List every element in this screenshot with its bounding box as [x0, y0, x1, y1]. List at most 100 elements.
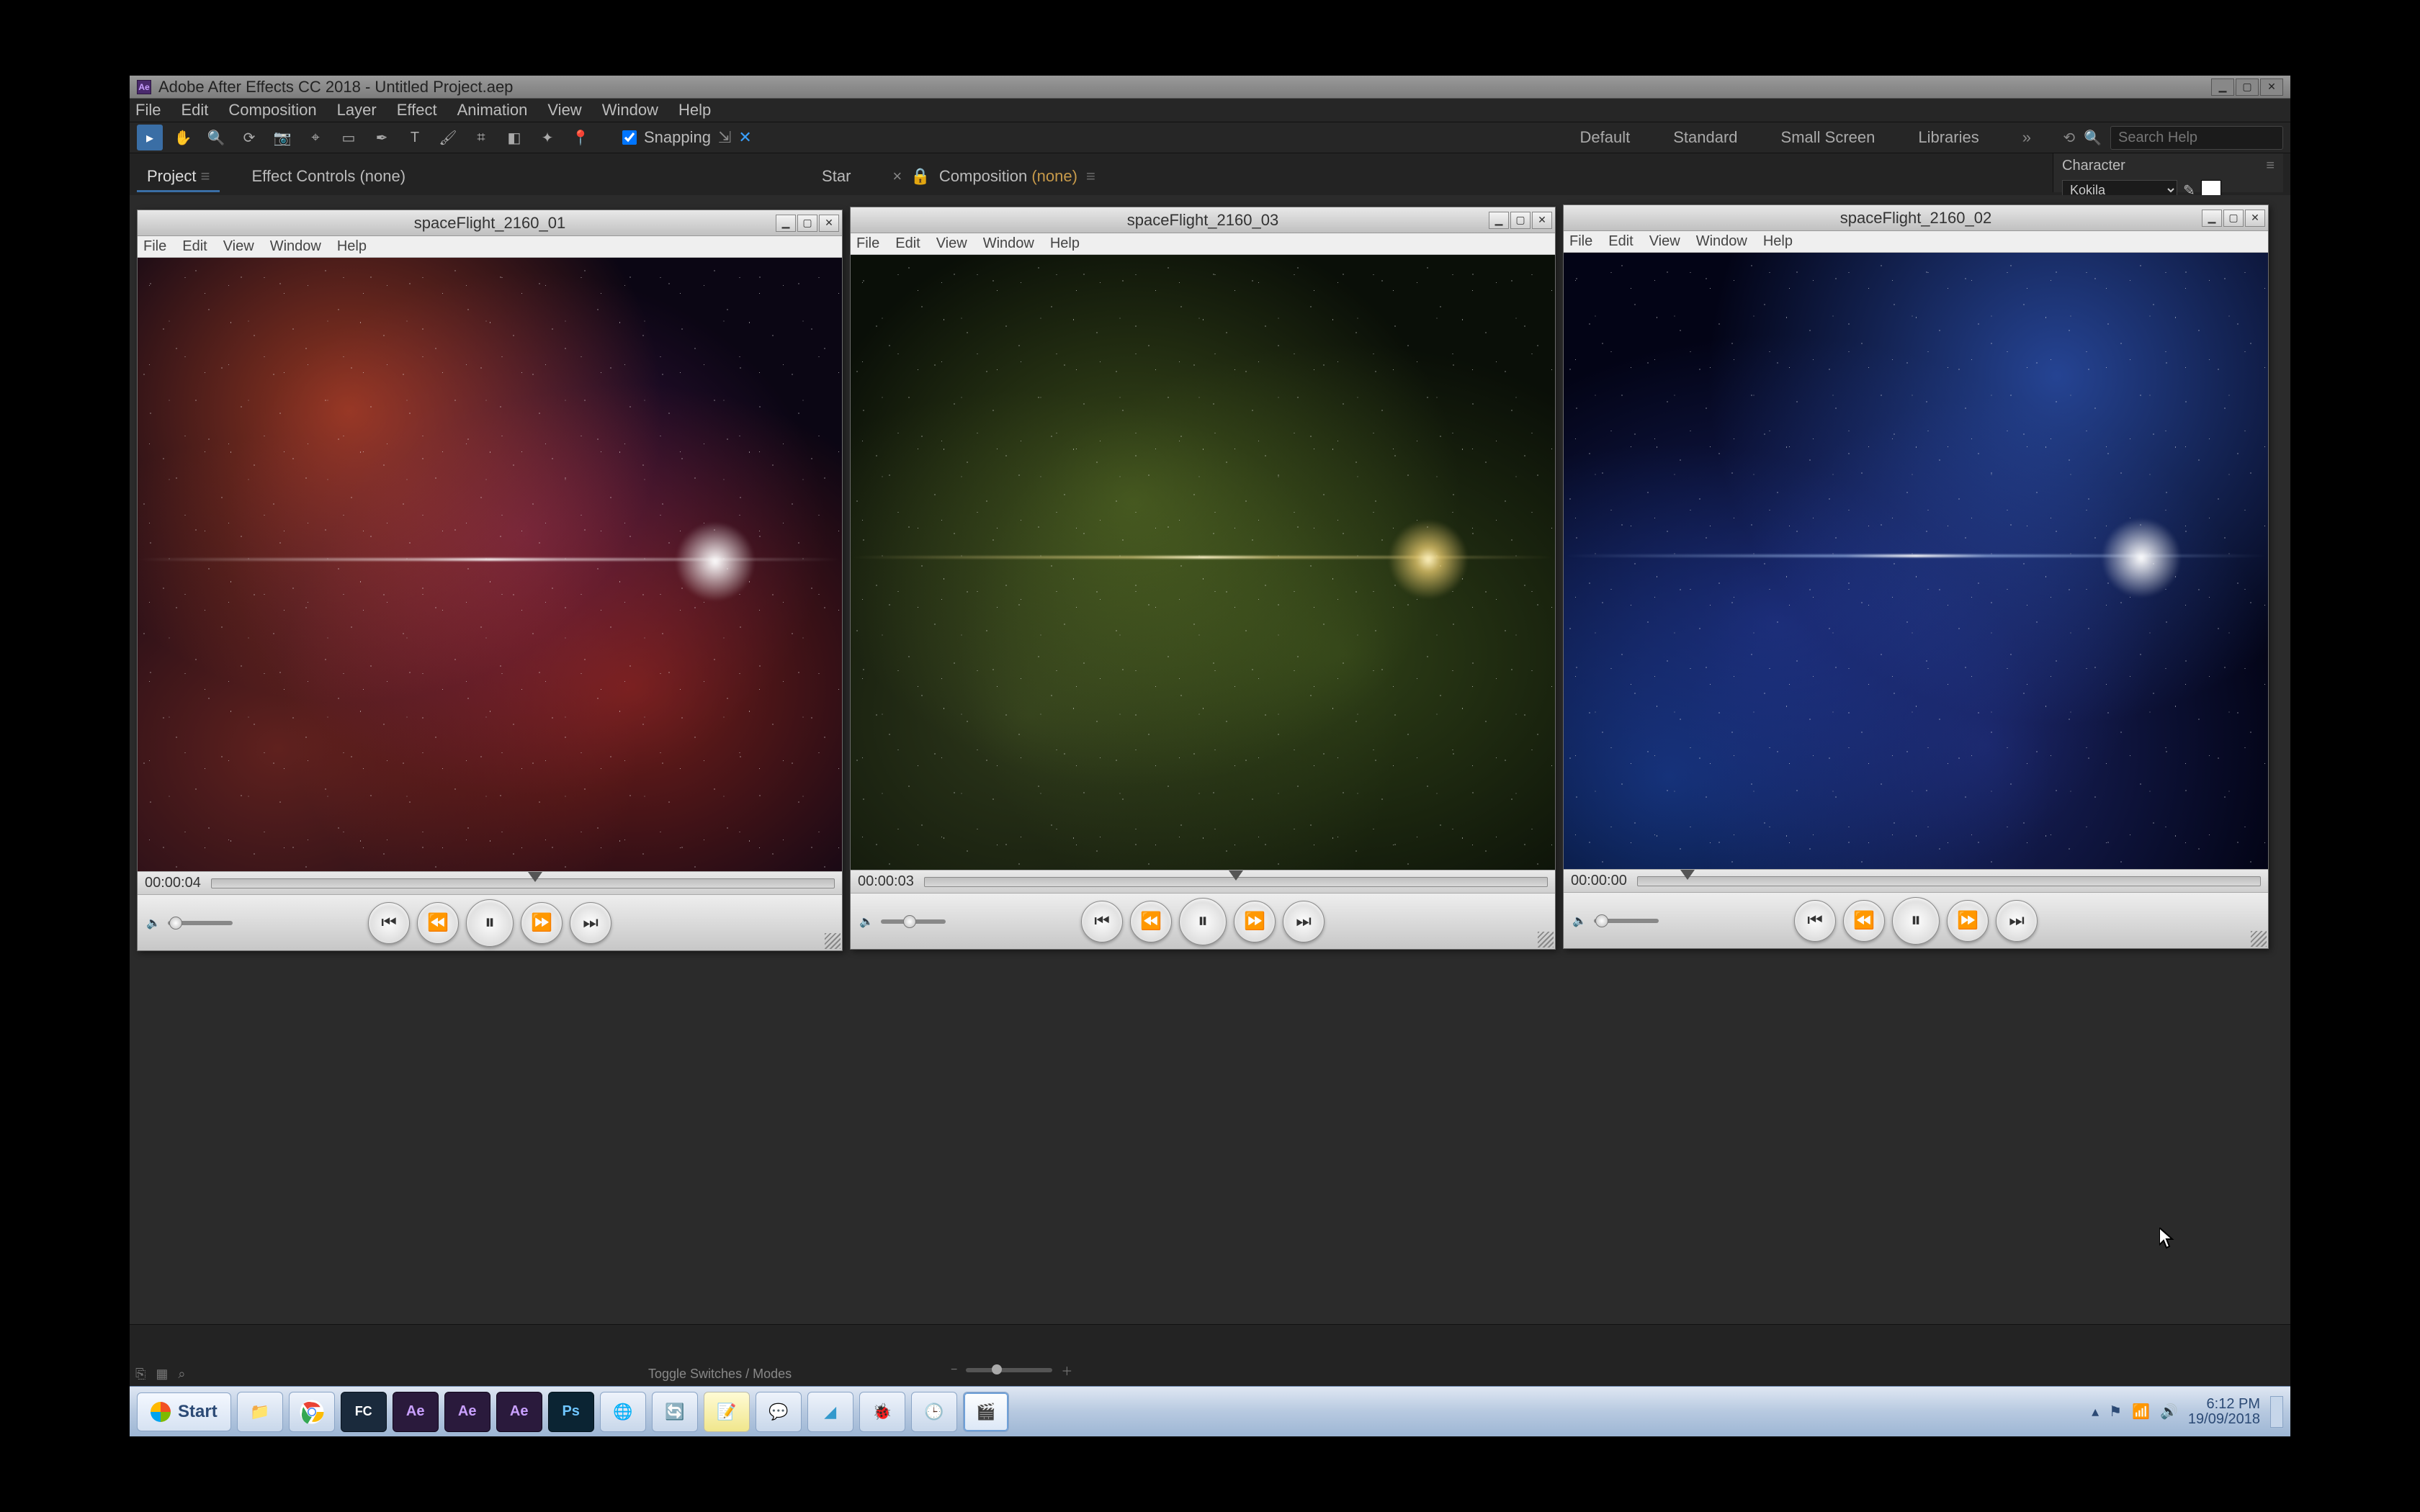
quicktime-window-3[interactable]: spaceFlight_2160_02 ▁ ▢ ✕ File Edit View…	[1563, 204, 2269, 949]
qt1-menu-window[interactable]: Window	[270, 238, 321, 255]
timeline-icon-3[interactable]: ⌕	[178, 1367, 185, 1382]
qt1-resize-grip[interactable]	[825, 933, 841, 949]
qt3-titlebar[interactable]: spaceFlight_2160_02 ▁ ▢ ✕	[1564, 205, 2268, 231]
qt3-volume-icon[interactable]: 🔈	[1572, 914, 1587, 928]
qt2-minimize-button[interactable]: ▁	[1489, 212, 1509, 229]
close-tab-icon[interactable]: ×	[892, 167, 902, 185]
taskbar-app-bug[interactable]: 🐞	[859, 1392, 905, 1432]
qt3-scrub-track[interactable]	[1637, 876, 2261, 886]
taskbar-app-teamviewer[interactable]: 🔄	[652, 1392, 698, 1432]
snap-icon-1[interactable]: ⇲	[718, 128, 731, 147]
qt3-skip-start-button[interactable]: ⏮	[1794, 900, 1836, 942]
qt1-volume-icon[interactable]: 🔈	[146, 916, 161, 930]
hand-tool[interactable]: ✋	[170, 125, 196, 150]
qt2-volume-thumb[interactable]	[903, 915, 916, 928]
taskbar-after-effects-1[interactable]: Ae	[393, 1392, 439, 1432]
snap-icon-2[interactable]: ✕	[738, 128, 751, 147]
menu-file[interactable]: File	[135, 101, 161, 120]
show-desktop-button[interactable]	[2270, 1396, 2283, 1428]
qt2-menu-edit[interactable]: Edit	[895, 235, 920, 252]
selection-tool[interactable]: ▸	[137, 125, 163, 150]
snapping-toggle[interactable]: Snapping ⇲ ✕	[622, 128, 752, 147]
search-help-input[interactable]	[2110, 126, 2283, 150]
toggle-switches-modes[interactable]: Toggle Switches / Modes	[648, 1367, 792, 1382]
qt1-menu-help[interactable]: Help	[337, 238, 367, 255]
qt3-menu-window[interactable]: Window	[1696, 233, 1747, 250]
qt3-scrub-marker[interactable]	[1680, 870, 1695, 880]
qt1-skip-start-button[interactable]: ⏮	[368, 902, 410, 944]
qt3-minimize-button[interactable]: ▁	[2202, 210, 2222, 227]
qt2-forward-button[interactable]: ⏩	[1234, 901, 1276, 942]
qt2-volume-track[interactable]	[881, 919, 946, 924]
qt1-scrub-track[interactable]	[211, 878, 835, 888]
qt2-skip-end-button[interactable]: ⏭	[1283, 901, 1325, 942]
qt1-menu-edit[interactable]: Edit	[182, 238, 207, 255]
zoom-tool[interactable]: 🔍	[203, 125, 229, 150]
qt2-scrub-marker[interactable]	[1229, 870, 1243, 881]
ae-titlebar[interactable]: Ae Adobe After Effects CC 2018 - Untitle…	[130, 76, 2290, 99]
qt2-menu-file[interactable]: File	[856, 235, 879, 252]
close-button[interactable]: ✕	[2260, 78, 2283, 96]
taskbar-chrome[interactable]	[289, 1392, 335, 1432]
qt1-rewind-button[interactable]: ⏪	[417, 902, 459, 944]
taskbar-discord[interactable]: 💬	[756, 1392, 802, 1432]
qt2-close-button[interactable]: ✕	[1532, 212, 1552, 229]
workspace-more-icon[interactable]: »	[2022, 128, 2031, 147]
qt2-menu-help[interactable]: Help	[1050, 235, 1080, 252]
taskbar-app-fc[interactable]: FC	[341, 1392, 387, 1432]
menu-composition[interactable]: Composition	[228, 101, 316, 120]
qt1-close-button[interactable]: ✕	[819, 215, 839, 232]
qt2-rewind-button[interactable]: ⏪	[1130, 901, 1172, 942]
qt1-menu-view[interactable]: View	[223, 238, 254, 255]
quicktime-window-1[interactable]: spaceFlight_2160_01 ▁ ▢ ✕ File Edit View…	[137, 210, 843, 951]
shape-tool[interactable]: ▭	[336, 125, 362, 150]
lock-icon[interactable]: 🔒	[910, 167, 930, 185]
qt2-skip-start-button[interactable]: ⏮	[1081, 901, 1123, 942]
qt3-menu-file[interactable]: File	[1569, 233, 1592, 250]
qt1-volume-track[interactable]	[168, 921, 233, 925]
taskbar-app-browser2[interactable]: 🌐	[600, 1392, 646, 1432]
qt3-menu-help[interactable]: Help	[1763, 233, 1793, 250]
rotate-tool[interactable]: ⟳	[236, 125, 262, 150]
qt3-skip-end-button[interactable]: ⏭	[1996, 900, 2038, 942]
taskbar-clock[interactable]: 6:12 PM 19/09/2018	[2188, 1397, 2260, 1427]
qt1-scrub-marker[interactable]	[528, 872, 542, 882]
qt1-skip-end-button[interactable]: ⏭	[570, 902, 611, 944]
timeline-icon-1[interactable]: ⎘	[135, 1367, 145, 1382]
qt2-play-pause-button[interactable]: ⏸	[1179, 898, 1227, 945]
qt3-maximize-button[interactable]: ▢	[2223, 210, 2244, 227]
timeline-icon-2[interactable]: ▦	[156, 1367, 168, 1382]
qt1-titlebar[interactable]: spaceFlight_2160_01 ▁ ▢ ✕	[138, 210, 842, 236]
zoom-in-icon[interactable]: ＋	[1061, 1362, 1072, 1379]
tray-volume-icon[interactable]: 🔊	[2160, 1403, 2178, 1421]
qt3-video-viewport[interactable]	[1564, 253, 2268, 869]
zoom-out-icon[interactable]: −	[951, 1364, 957, 1377]
qt3-resize-grip[interactable]	[2251, 931, 2267, 947]
menu-effect[interactable]: Effect	[397, 101, 437, 120]
menu-animation[interactable]: Animation	[457, 101, 528, 120]
workspace-standard[interactable]: Standard	[1673, 128, 1737, 147]
composition-panel-tab[interactable]: × 🔒 Composition (none) ≡	[882, 163, 1105, 192]
qt2-menu-view[interactable]: View	[936, 235, 967, 252]
menu-view[interactable]: View	[547, 101, 581, 120]
qt1-volume-thumb[interactable]	[169, 917, 182, 930]
maximize-button[interactable]: ▢	[2236, 78, 2259, 96]
qt3-volume-thumb[interactable]	[1595, 914, 1608, 927]
qt2-titlebar[interactable]: spaceFlight_2160_03 ▁ ▢ ✕	[851, 207, 1555, 233]
qt2-maximize-button[interactable]: ▢	[1510, 212, 1531, 229]
qt1-minimize-button[interactable]: ▁	[776, 215, 796, 232]
qt1-maximize-button[interactable]: ▢	[797, 215, 817, 232]
tray-expand-icon[interactable]: ▴	[2092, 1403, 2099, 1421]
sync-icon[interactable]: ⟲	[2063, 129, 2075, 147]
menu-help[interactable]: Help	[678, 101, 711, 120]
taskbar-notes[interactable]: 📝	[704, 1392, 750, 1432]
taskbar-after-effects-2[interactable]: Ae	[444, 1392, 490, 1432]
project-panel-tab[interactable]: Project ≡	[137, 163, 220, 192]
taskbar-app-qt[interactable]: 🕒	[911, 1392, 957, 1432]
taskbar-quicktime-active[interactable]: 🎬	[963, 1392, 1009, 1432]
taskbar-explorer[interactable]: 📁	[237, 1392, 283, 1432]
qt3-close-button[interactable]: ✕	[2245, 210, 2265, 227]
taskbar-app-paint[interactable]: ◢	[807, 1392, 853, 1432]
minimize-button[interactable]: ▁	[2211, 78, 2234, 96]
qt2-menu-window[interactable]: Window	[983, 235, 1034, 252]
